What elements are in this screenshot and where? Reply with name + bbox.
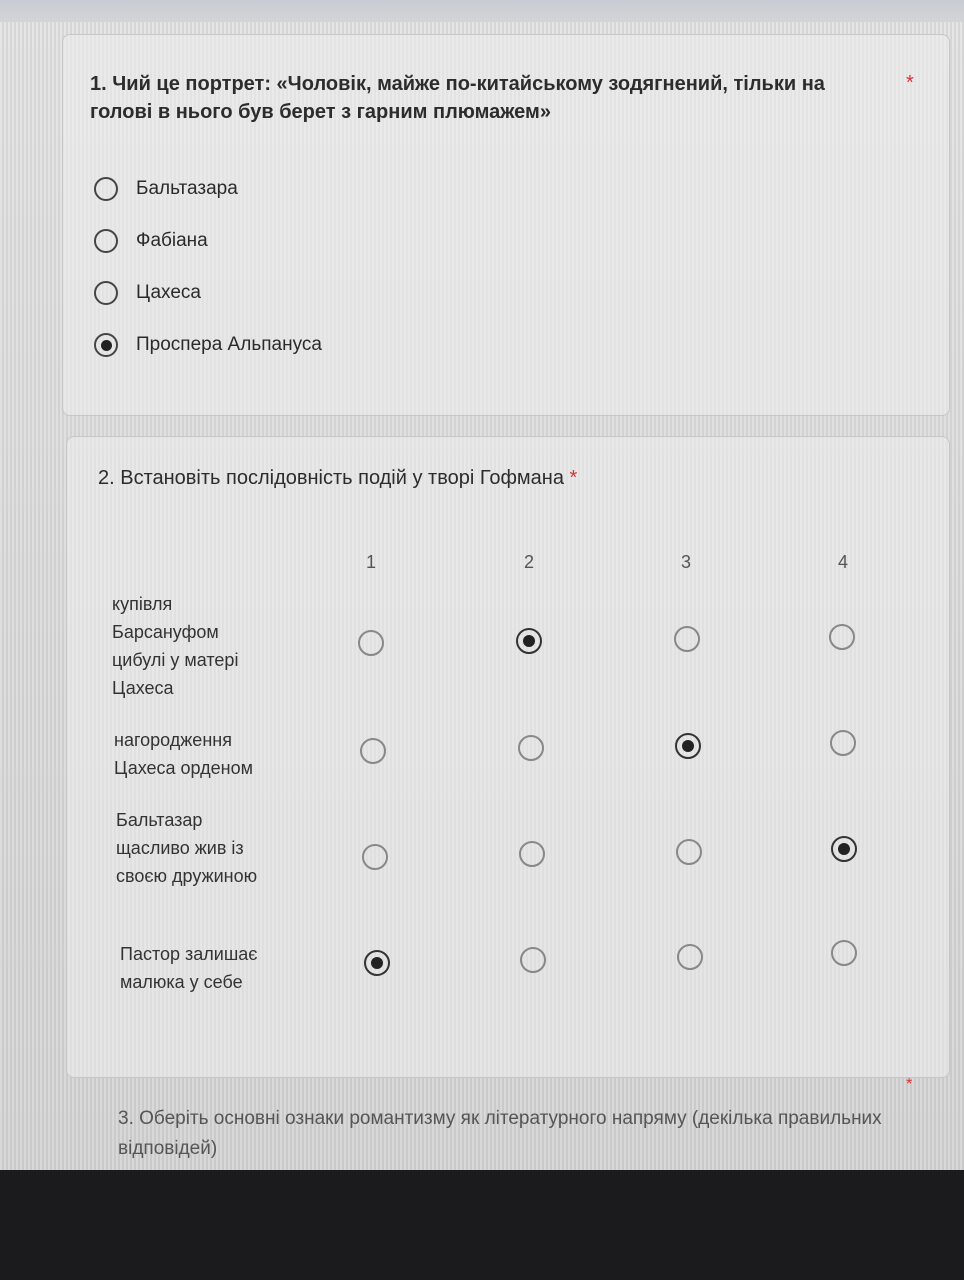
column-header-1: 1: [365, 552, 376, 572]
column-header-3: 3: [680, 552, 691, 572]
question-3-title: 3. Оберіть основні ознаки романтизму як …: [118, 1108, 882, 1159]
option-tsakhes[interactable]: Цахеса: [94, 278, 201, 308]
grid-radio-r4-c3[interactable]: [677, 944, 703, 970]
grid-row-label: Пастор залишає малюка у себе: [120, 944, 258, 992]
question-2-required-mark: *: [569, 467, 578, 489]
question-2-title: 2. Встановіть послідовність подій у твор…: [98, 464, 818, 492]
question-1-title: 1. Чий це портрет: «Чоловік, майже по-ки…: [90, 73, 825, 123]
grid-radio-r2-c4[interactable]: [830, 730, 856, 756]
question-3-required-mark: *: [906, 1076, 913, 1093]
grid-radio-r3-c1[interactable]: [362, 844, 388, 870]
question-2-title-text: 2. Встановіть послідовність подій у твор…: [98, 467, 564, 489]
grid-radio-r3-c2[interactable]: [519, 841, 545, 867]
grid-row-label: купівля Барсануфом цибулі у матері Цахес…: [112, 594, 239, 698]
grid-radio-r1-c1[interactable]: [358, 630, 384, 656]
grid-radio-r3-c3[interactable]: [676, 839, 702, 865]
radio-button[interactable]: [94, 281, 118, 305]
grid-radio-r4-c1-selected[interactable]: [364, 950, 390, 976]
grid-radio-r1-c4[interactable]: [829, 624, 855, 650]
radio-button-selected[interactable]: [94, 333, 118, 357]
grid-row-label: нагородження Цахеса орденом: [114, 730, 253, 778]
radio-button[interactable]: [94, 229, 118, 253]
monitor-bezel: [0, 1170, 964, 1280]
grid-radio-r4-c4[interactable]: [831, 940, 857, 966]
grid-row-label: Бальтазар щасливо жив із своєю дружиною: [116, 810, 258, 886]
grid-radio-r2-c3-selected[interactable]: [675, 733, 701, 759]
option-baltazar[interactable]: Бальтазара: [94, 174, 238, 204]
question-1-required-mark: *: [906, 72, 914, 94]
option-label: Бальтазара: [136, 178, 238, 199]
option-label: Фабіана: [136, 230, 208, 251]
option-prosper-alpanus[interactable]: Проспера Альпануса: [94, 330, 322, 360]
option-label: Проспера Альпануса: [136, 334, 322, 355]
grid-radio-r4-c2[interactable]: [520, 947, 546, 973]
form-screen: 1. Чий це портрет: «Чоловік, майже по-ки…: [0, 22, 964, 1170]
option-label: Цахеса: [136, 282, 201, 303]
grid-radio-r2-c1[interactable]: [360, 738, 386, 764]
grid-radio-r1-c2-selected[interactable]: [516, 628, 542, 654]
grid-radio-r3-c4-selected[interactable]: [831, 836, 857, 862]
radio-button[interactable]: [94, 177, 118, 201]
column-header-4: 4: [837, 552, 848, 572]
column-header-2: 2: [523, 552, 534, 572]
browser-top-strip: [0, 0, 964, 24]
grid-radio-r2-c2[interactable]: [518, 735, 544, 761]
grid-radio-r1-c3[interactable]: [674, 626, 700, 652]
option-fabian[interactable]: Фабіана: [94, 226, 208, 256]
